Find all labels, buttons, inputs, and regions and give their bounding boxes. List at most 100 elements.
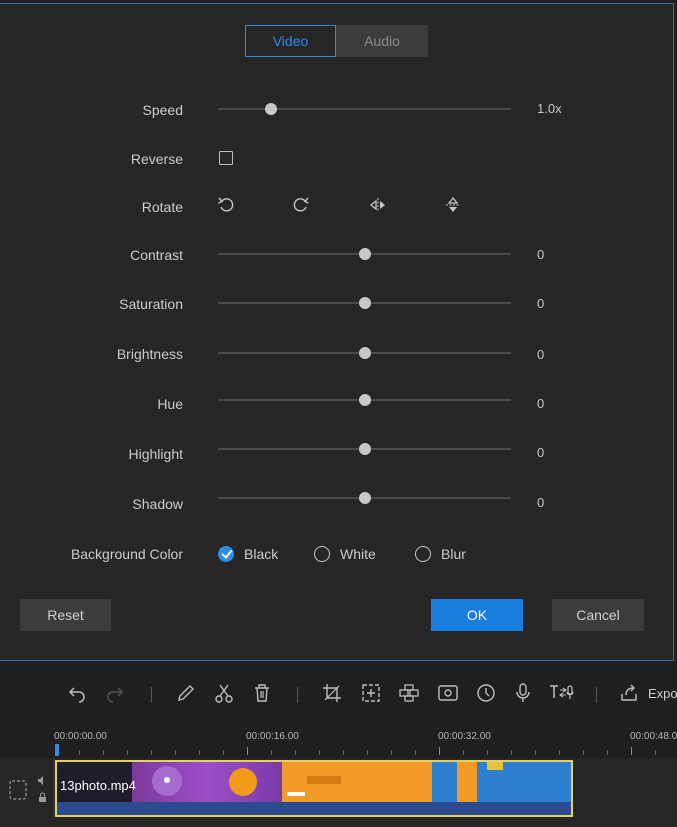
edit-icon[interactable] [175, 682, 197, 704]
ruler-tick [631, 747, 632, 755]
highlight-value: 0 [537, 445, 545, 460]
tab-video[interactable]: Video [245, 25, 336, 57]
brightness-value: 0 [537, 347, 545, 362]
hue-label: Hue [157, 396, 183, 412]
hue-slider[interactable] [218, 394, 511, 406]
editor-toolbar: Expor [0, 682, 677, 712]
contrast-slider[interactable] [218, 248, 511, 260]
ruler-tick [487, 750, 488, 755]
brightness-slider-thumb[interactable] [358, 347, 371, 359]
timeline-ruler[interactable]: 00:00:00.00 00:00:16.00 00:00:32.00 00:0… [0, 728, 677, 758]
ruler-tick [199, 750, 200, 755]
lock-icon[interactable] [37, 792, 48, 803]
ruler-tick [319, 750, 320, 755]
ok-button[interactable]: OK [431, 599, 523, 631]
thumbnail-block [487, 762, 503, 770]
flip-vertical-icon[interactable] [443, 195, 463, 215]
highlight-slider-thumb[interactable] [358, 443, 371, 455]
video-track: 13photo.mp4 [0, 758, 677, 827]
ruler-tick [607, 750, 608, 755]
flip-horizontal-icon[interactable] [368, 195, 388, 215]
tab-bar: Video Audio [245, 25, 428, 57]
bg-option-blur-label: Blur [441, 546, 466, 562]
shadow-slider[interactable] [218, 492, 511, 504]
time-label: 00:00:48.0 [630, 731, 677, 742]
ruler-tick [439, 747, 440, 755]
ruler-tick [271, 750, 272, 755]
ruler-tick [391, 750, 392, 755]
speed-slider-thumb[interactable] [264, 103, 277, 115]
saturation-value: 0 [537, 296, 545, 311]
bg-option-black-label: Black [244, 546, 279, 562]
ruler-tick [367, 750, 368, 755]
delete-icon[interactable] [251, 682, 273, 704]
shadow-label: Shadow [132, 496, 183, 512]
export-icon[interactable] [618, 682, 640, 704]
bg-option-black[interactable]: Black [218, 546, 278, 562]
ruler-tick [559, 750, 560, 755]
clip-thumbnail [432, 762, 571, 802]
freeze-frame-icon[interactable] [437, 682, 459, 704]
duration-icon[interactable] [475, 682, 497, 704]
clip-name: 13photo.mp4 [60, 778, 136, 793]
bg-option-white[interactable]: White [314, 546, 376, 562]
ruler-tick [535, 750, 536, 755]
export-button-label[interactable]: Expor [648, 686, 677, 701]
radio-unchecked-icon [314, 546, 330, 562]
shadow-slider-thumb[interactable] [358, 492, 371, 504]
time-label: 00:00:00.00 [54, 731, 107, 742]
ruler-tick [343, 750, 344, 755]
hue-value: 0 [537, 396, 545, 411]
undo-icon[interactable] [66, 682, 88, 704]
bg-option-blur[interactable]: Blur [415, 546, 466, 562]
saturation-slider[interactable] [218, 297, 511, 309]
ruler-tick [415, 750, 416, 755]
voiceover-icon[interactable] [512, 682, 534, 704]
clip-thumbnail [132, 762, 282, 802]
playhead[interactable] [55, 744, 59, 756]
ruler-tick [295, 750, 296, 755]
track-header [0, 758, 54, 820]
time-label: 00:00:32.00 [438, 731, 491, 742]
radio-unchecked-icon [415, 546, 431, 562]
zoom-icon[interactable] [360, 682, 382, 704]
ruler-tick [175, 750, 176, 755]
shadow-value: 0 [537, 495, 545, 510]
tab-audio[interactable]: Audio [336, 25, 428, 57]
speaker-icon[interactable] [37, 775, 48, 786]
thumbnail-block [307, 776, 341, 784]
hue-slider-thumb[interactable] [358, 394, 371, 406]
crop-icon[interactable] [321, 682, 343, 704]
reset-button[interactable]: Reset [20, 599, 111, 631]
mosaic-icon[interactable] [398, 682, 420, 704]
speed-slider[interactable] [218, 103, 511, 115]
speed-label: Speed [142, 102, 183, 118]
contrast-label: Contrast [130, 247, 183, 263]
video-clip[interactable]: 13photo.mp4 [55, 760, 573, 817]
saturation-slider-thumb[interactable] [358, 297, 371, 309]
speed-value: 1.0x [537, 101, 562, 116]
cancel-button[interactable]: Cancel [552, 599, 644, 631]
contrast-slider-thumb[interactable] [358, 248, 371, 260]
highlight-slider[interactable] [218, 443, 511, 455]
redo-icon[interactable] [104, 682, 126, 704]
thumbnail-bar [287, 792, 305, 796]
saturation-label: Saturation [119, 296, 183, 312]
rotate-label: Rotate [141, 199, 183, 215]
thumbnail-circle [229, 768, 257, 796]
contrast-value: 0 [537, 247, 545, 262]
ruler-tick [655, 750, 656, 755]
toolbar-divider [596, 687, 597, 703]
reverse-checkbox[interactable] [219, 151, 233, 165]
film-icon [9, 780, 27, 800]
clip-thumbnail [282, 762, 432, 802]
toolbar-divider [297, 687, 298, 703]
ruler-tick [127, 750, 128, 755]
ruler-tick [463, 750, 464, 755]
brightness-slider[interactable] [218, 347, 511, 359]
cut-icon[interactable] [213, 682, 235, 704]
rotate-left-icon[interactable] [216, 195, 236, 215]
rotate-right-icon[interactable] [291, 195, 311, 215]
clip-settings-dialog: Video Audio Speed 1.0x Reverse Rotate Co… [0, 3, 674, 661]
speech-to-text-icon[interactable] [548, 682, 576, 704]
